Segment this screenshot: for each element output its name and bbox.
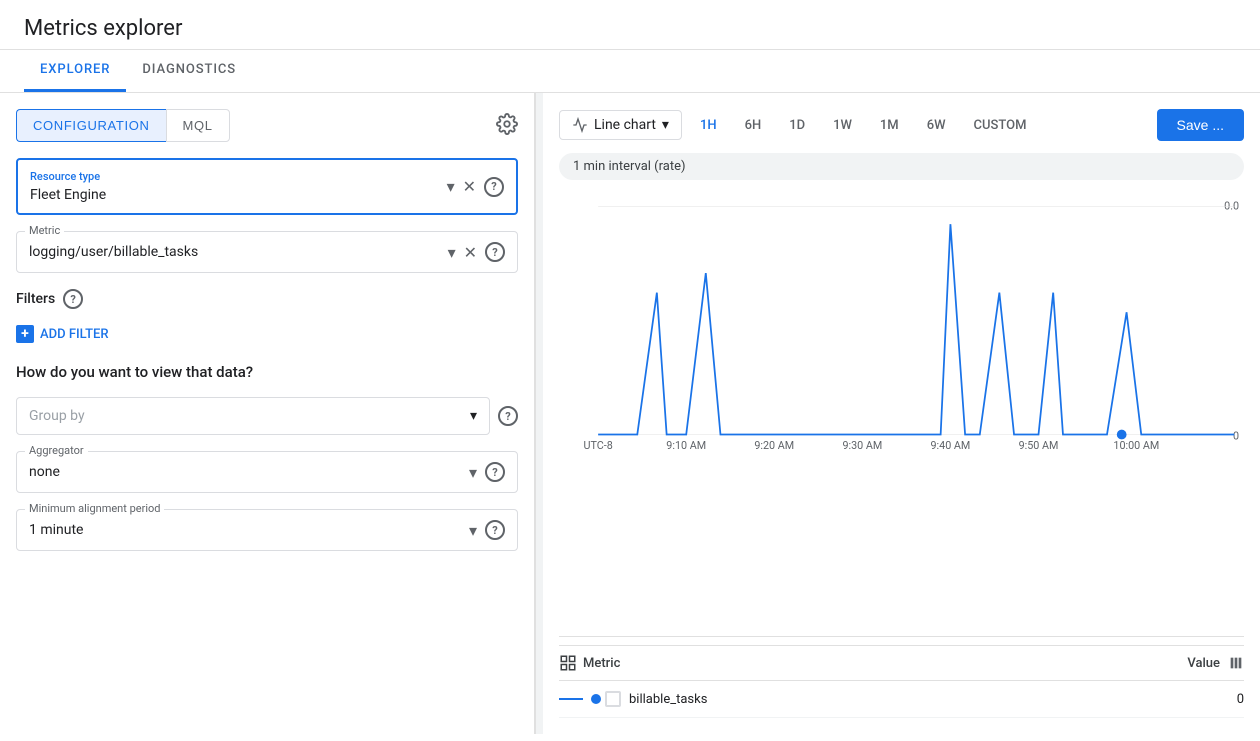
- legend-value-label: Value: [1187, 656, 1220, 671]
- min-alignment-icons: ?: [469, 520, 505, 540]
- min-alignment-dropdown-icon[interactable]: [469, 521, 477, 540]
- tab-bar: CONFIGURATION MQL: [16, 109, 518, 142]
- group-by-chevron-icon: [470, 408, 477, 424]
- line-chart-icon: [572, 117, 588, 133]
- min-alignment-help-icon[interactable]: ?: [485, 520, 505, 540]
- metric-clear-icon[interactable]: [464, 243, 477, 262]
- chart-type-chevron-icon: [662, 117, 669, 133]
- main-layout: CONFIGURATION MQL Resource type Fleet En…: [0, 93, 1260, 734]
- legend-dot: [591, 694, 601, 704]
- time-btn-6h[interactable]: 6H: [735, 112, 772, 139]
- group-by-help-icon[interactable]: ?: [498, 406, 518, 426]
- aggregator-icons: ?: [469, 462, 505, 482]
- min-alignment-field[interactable]: Minimum alignment period 1 minute ?: [16, 509, 518, 551]
- group-by-row: Group by ?: [16, 397, 518, 435]
- aggregator-float-label: Aggregator: [25, 444, 88, 457]
- app-header: Metrics explorer: [0, 0, 1260, 50]
- filters-section: Filters ? + ADD FILTER: [16, 289, 518, 347]
- resource-type-label: Resource type: [30, 170, 447, 183]
- filters-label: Filters: [16, 291, 55, 307]
- aggregator-field[interactable]: Aggregator none ?: [16, 451, 518, 493]
- time-btn-custom[interactable]: CUSTOM: [964, 112, 1037, 139]
- aggregator-help-icon[interactable]: ?: [485, 462, 505, 482]
- legend-metric-label-text: Metric: [583, 656, 620, 671]
- legend-columns-icon: [1228, 655, 1244, 671]
- chart-data-point: [1117, 430, 1127, 440]
- svg-text:9:30 AM: 9:30 AM: [842, 439, 882, 452]
- legend-header: Metric Value: [559, 646, 1244, 681]
- metric-dropdown-icon[interactable]: [448, 243, 456, 262]
- legend-item-name: billable_tasks: [629, 692, 1237, 707]
- resource-type-icons: ?: [447, 177, 504, 197]
- metric-icons: ?: [448, 242, 505, 262]
- svg-text:0.0: 0.0: [1224, 199, 1239, 212]
- time-btn-1h[interactable]: 1H: [690, 112, 727, 139]
- view-section-title: How do you want to view that data?: [16, 363, 518, 381]
- group-by-placeholder: Group by: [29, 408, 470, 424]
- add-filter-plus-icon: +: [16, 325, 34, 343]
- app-title: Metrics explorer: [24, 16, 1236, 41]
- legend-metric-icon: [559, 654, 577, 672]
- view-section: How do you want to view that data? Group…: [16, 363, 518, 551]
- chart-type-label: Line chart: [594, 117, 656, 133]
- time-btn-6w[interactable]: 6W: [917, 112, 956, 139]
- line-chart-svg: 0.0 0 UTC-8 9:10 AM 9:20 AM 9:30 AM 9:40…: [559, 192, 1244, 452]
- nav-item-diagnostics[interactable]: DIAGNOSTICS: [126, 50, 252, 92]
- top-nav: EXPLORER DIAGNOSTICS: [0, 50, 1260, 93]
- add-filter-label: ADD FILTER: [40, 327, 109, 342]
- filters-header: Filters ?: [16, 289, 518, 309]
- save-button[interactable]: Save ...: [1157, 109, 1244, 141]
- interval-badge: 1 min interval (rate): [559, 153, 1244, 180]
- svg-text:UTC-8: UTC-8: [584, 439, 613, 452]
- svg-text:9:10 AM: 9:10 AM: [666, 439, 706, 452]
- legend-metric-header: Metric: [559, 654, 1187, 672]
- chart-legend: Metric Value billable_tasks 0: [559, 645, 1244, 718]
- aggregator-dropdown-icon[interactable]: [469, 463, 477, 482]
- resource-type-field[interactable]: Resource type Fleet Engine ?: [16, 158, 518, 215]
- metric-field[interactable]: Metric logging/user/billable_tasks ?: [16, 231, 518, 273]
- chart-area: 0.0 0 UTC-8 9:10 AM 9:20 AM 9:30 AM 9:40…: [559, 192, 1244, 637]
- legend-checkbox[interactable]: [605, 691, 621, 707]
- time-btn-1w[interactable]: 1W: [823, 112, 862, 139]
- metric-group: Metric logging/user/billable_tasks ?: [16, 231, 518, 273]
- resource-type-value: Fleet Engine: [30, 187, 447, 203]
- min-alignment-group: Minimum alignment period 1 minute ?: [16, 509, 518, 551]
- left-panel: CONFIGURATION MQL Resource type Fleet En…: [0, 93, 535, 734]
- right-panel: Line chart 1H 6H 1D 1W 1M 6W CUSTOM Save…: [543, 93, 1260, 734]
- tab-configuration[interactable]: CONFIGURATION: [16, 109, 166, 142]
- aggregator-value: none: [29, 464, 469, 480]
- metric-value: logging/user/billable_tasks: [29, 244, 448, 260]
- add-filter-button[interactable]: + ADD FILTER: [16, 321, 518, 347]
- svg-text:0: 0: [1233, 429, 1239, 442]
- filters-help-icon[interactable]: ?: [63, 289, 83, 309]
- interval-badge-text: 1 min interval (rate): [573, 159, 686, 174]
- svg-text:10:00 AM: 10:00 AM: [1113, 439, 1159, 452]
- tab-mql[interactable]: MQL: [166, 109, 230, 142]
- legend-item-value: 0: [1237, 692, 1244, 707]
- settings-icon[interactable]: [496, 113, 518, 139]
- legend-line-color: [559, 698, 583, 700]
- resource-type-clear-icon[interactable]: [463, 177, 476, 196]
- svg-text:9:20 AM: 9:20 AM: [754, 439, 794, 452]
- aggregator-group: Aggregator none ?: [16, 451, 518, 493]
- legend-row: billable_tasks 0: [559, 681, 1244, 718]
- nav-item-explorer[interactable]: EXPLORER: [24, 50, 126, 92]
- metric-help-icon[interactable]: ?: [485, 242, 505, 262]
- resource-type-help-icon[interactable]: ?: [484, 177, 504, 197]
- svg-text:9:40 AM: 9:40 AM: [931, 439, 971, 452]
- scroll-divider: [535, 93, 543, 734]
- chart-type-selector[interactable]: Line chart: [559, 110, 682, 140]
- svg-text:9:50 AM: 9:50 AM: [1019, 439, 1059, 452]
- time-btn-1m[interactable]: 1M: [870, 112, 909, 139]
- chart-toolbar: Line chart 1H 6H 1D 1W 1M 6W CUSTOM Save…: [559, 109, 1244, 141]
- min-alignment-value: 1 minute: [29, 522, 469, 538]
- time-btn-1d[interactable]: 1D: [779, 112, 815, 139]
- resource-type-dropdown-icon[interactable]: [447, 177, 455, 196]
- min-alignment-float-label: Minimum alignment period: [25, 502, 164, 515]
- group-by-select[interactable]: Group by: [16, 397, 490, 435]
- resource-type-group: Resource type Fleet Engine ?: [16, 158, 518, 215]
- metric-float-label: Metric: [25, 224, 64, 237]
